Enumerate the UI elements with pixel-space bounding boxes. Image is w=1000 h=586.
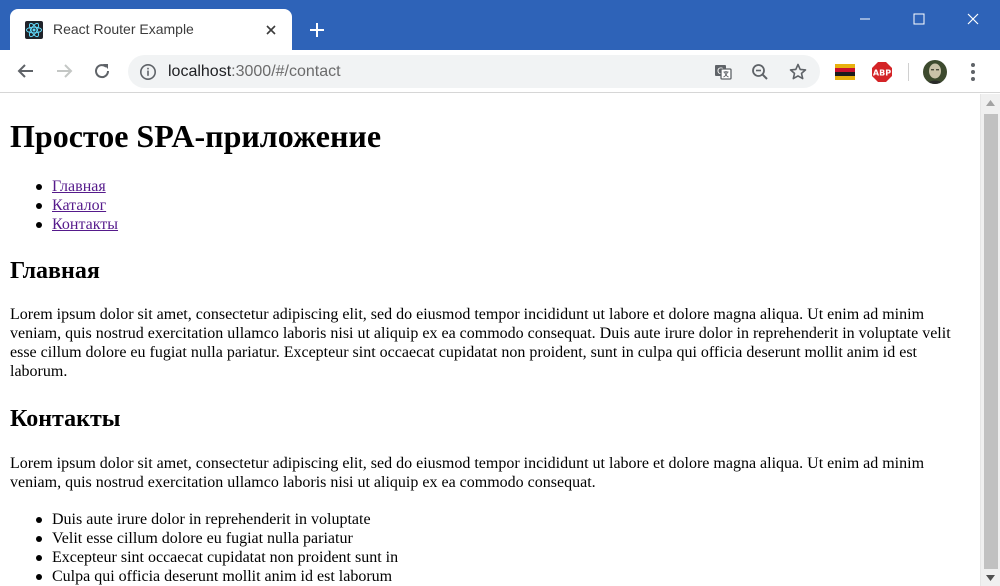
react-logo-icon (25, 21, 43, 39)
scroll-down-arrow-icon[interactable] (981, 569, 1000, 586)
list-item: Excepteur sint occaecat cupidatat non pr… (10, 548, 398, 567)
url-host: localhost (168, 63, 232, 80)
profile-avatar[interactable] (923, 60, 947, 84)
list-item: Culpa qui officia deserunt mollit anim i… (10, 567, 398, 586)
url-path: :3000/#/contact (231, 63, 341, 80)
browser-toolbar: localhost:3000/#/contact G (0, 50, 1000, 93)
home-paragraph: Lorem ipsum dolor sit amet, consectetur … (10, 306, 951, 380)
bookmark-star-icon[interactable] (787, 61, 809, 83)
minimize-icon[interactable] (838, 0, 892, 38)
svg-text:ABP: ABP (873, 69, 891, 78)
adblock-plus-icon[interactable]: ABP (871, 61, 893, 83)
menu-kebab-icon[interactable] (963, 61, 983, 83)
nav-link-home[interactable]: Главная (52, 178, 106, 195)
main-nav: Главная Каталог Контакты (10, 177, 118, 234)
nav-item-catalog: Каталог (10, 196, 118, 215)
list-item: Duis aute irure dolor in reprehenderit i… (10, 510, 398, 529)
contacts-heading: Контакты (10, 406, 121, 432)
reload-icon[interactable] (90, 59, 114, 83)
list-item: Velit esse cillum dolore eu fugiat nulla… (10, 529, 398, 548)
scroll-up-arrow-icon[interactable] (981, 94, 1000, 111)
zoom-out-icon[interactable] (749, 61, 771, 83)
translate-icon[interactable]: G (712, 61, 734, 83)
window-close-icon[interactable] (946, 0, 1000, 38)
forward-arrow-icon[interactable] (52, 59, 76, 83)
page-title: Простое SPA-приложение (10, 118, 382, 154)
tab-title: React Router Example (53, 21, 194, 37)
page-viewport: Простое SPA-приложение Главная Каталог К… (0, 94, 980, 586)
maximize-icon[interactable] (892, 0, 946, 38)
browser-titlebar: React Router Example (0, 0, 1000, 50)
address-bar[interactable]: localhost:3000/#/contact G (128, 55, 820, 88)
flag-extension-icon[interactable] (834, 61, 856, 83)
nav-link-catalog[interactable]: Каталог (52, 197, 106, 214)
new-tab-icon[interactable] (306, 19, 328, 41)
nav-item-home: Главная (10, 177, 118, 196)
contacts-paragraph: Lorem ipsum dolor sit amet, consectetur … (10, 455, 925, 491)
nav-link-contacts[interactable]: Контакты (52, 216, 118, 233)
toolbar-separator (908, 63, 909, 81)
address-url[interactable]: localhost:3000/#/contact (168, 63, 341, 81)
home-heading: Главная (10, 258, 100, 284)
browser-tab[interactable]: React Router Example (10, 9, 292, 50)
info-icon[interactable] (139, 63, 157, 81)
contacts-list: Duis aute irure dolor in reprehenderit i… (10, 510, 398, 586)
scrollbar-thumb[interactable] (984, 114, 998, 569)
vertical-scrollbar[interactable] (980, 94, 1000, 586)
tab-close-icon[interactable] (263, 22, 279, 38)
back-arrow-icon[interactable] (14, 59, 38, 83)
nav-item-contacts: Контакты (10, 215, 118, 234)
